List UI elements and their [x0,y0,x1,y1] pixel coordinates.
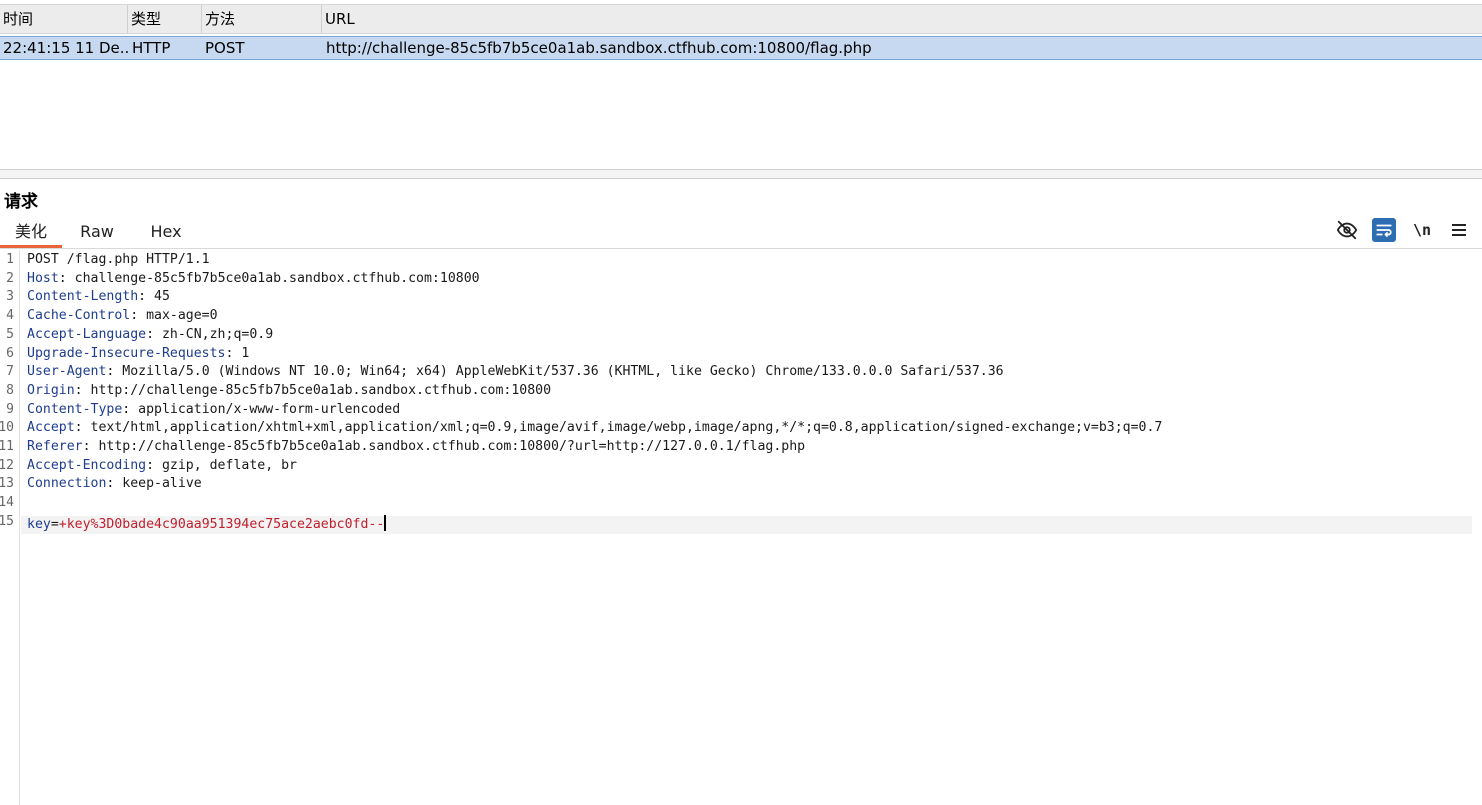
header-name: Cache-Control [27,308,131,324]
header-value: text/html,application/xhtml+xml,applicat… [90,420,1163,436]
header-name: Content-Type [27,401,123,417]
line-number: 14 [0,495,14,511]
header-value: http://challenge-85c5fb7b5ce0a1ab.sandbo… [90,382,552,398]
line-number: 5 [6,326,14,342]
header-name: Referer [27,439,83,454]
line-number-gutter: 1 2 3 4 5 6 7 8 9 10 11 12 13 14 15 [0,250,20,805]
header-line: Content-Type: application/x-www-form-url… [27,401,401,417]
header-value: application/x-www-form-urlencoded [138,401,401,417]
column-header-url[interactable]: URL [322,5,1482,33]
header-name: Connection [27,476,107,492]
header-line: Host: challenge-85c5fb7b5ce0a1ab.sandbox… [27,270,480,286]
line-number: 15 [0,513,14,529]
header-line: Accept-Encoding: gzip, deflate, br [27,457,297,473]
line-number: 13 [0,476,14,492]
body-param-name: key [27,516,51,532]
header-line: Referer: http://challenge-85c5fb7b5ce0a1… [27,439,806,454]
line-number: 4 [6,308,14,324]
table-row-selected[interactable]: 22:41:15 11 De... HTTP POST http://chall… [0,36,1482,60]
header-name: Host [27,270,59,286]
request-line: POST /flag.php HTTP/1.1 [27,252,210,267]
header-name: User-Agent [27,364,107,380]
history-table: 时间 类型 方法 URL 22:41:15 11 De... HTTP POST… [0,0,1482,172]
line-number: 12 [0,457,14,473]
header-value: 1 [241,345,250,361]
cell-method: POST [205,39,245,57]
header-value: zh-CN,zh;q=0.9 [161,326,274,342]
header-line: Upgrade-Insecure-Requests: 1 [27,345,250,361]
line-number: 3 [6,289,14,305]
newline-icon[interactable]: \n [1410,218,1434,242]
line-number: 7 [6,364,14,380]
body-line[interactable]: key=+key%3D0bade4c90aa951394ec75ace2aebc… [27,514,387,535]
column-header-method[interactable]: 方法 [202,5,322,33]
header-value: gzip, deflate, br [161,457,297,473]
table-header: 时间 类型 方法 URL [0,4,1482,34]
header-name: Content-Length [27,289,139,305]
header-value: challenge-85c5fb7b5ce0a1ab.sandbox.ctfhu… [74,270,480,286]
body-param-value: +key%3D0bade4c90aa951394ec75ace2aebc0fd-… [58,516,385,532]
header-line: Accept-Language: zh-CN,zh;q=0.9 [27,326,274,342]
tab-raw[interactable]: Raw [72,218,122,248]
header-name: Accept-Encoding [27,457,147,473]
header-name: Accept-Language [27,326,147,342]
header-name: Upgrade-Insecure-Requests [27,345,226,361]
request-editor[interactable]: 1 2 3 4 5 6 7 8 9 10 11 12 13 14 15 POST… [0,250,1482,805]
request-view-tabs: 美化 Raw Hex \n [0,218,1482,249]
tab-hex[interactable]: Hex [142,218,190,248]
line-number: 9 [6,401,14,417]
header-line: Accept: text/html,application/xhtml+xml,… [27,420,1163,436]
header-value: Mozilla/5.0 (Windows NT 10.0; Win64; x64… [122,364,1004,380]
line-number: 10 [0,420,14,436]
column-header-time[interactable]: 时间 [0,5,128,33]
line-number: 11 [0,439,14,454]
header-line: Connection: keep-alive [27,476,202,492]
header-value: 45 [154,289,170,305]
header-value: keep-alive [122,476,202,492]
wrap-text-icon[interactable] [1372,218,1396,242]
line-number: 8 [6,382,14,398]
cell-url: http://challenge-85c5fb7b5ce0a1ab.sandbo… [326,39,872,57]
eye-slash-icon[interactable] [1335,218,1359,242]
header-value: max-age=0 [146,308,218,324]
header-line: Cache-Control: max-age=0 [27,308,218,324]
column-header-type[interactable]: 类型 [128,5,202,33]
pane-splitter[interactable] [0,169,1482,179]
header-line: Origin: http://challenge-85c5fb7b5ce0a1a… [27,382,552,398]
header-line: User-Agent: Mozilla/5.0 (Windows NT 10.0… [27,364,1004,380]
header-line: Content-Length: 45 [27,289,170,305]
header-name: Accept [27,420,75,436]
header-value: http://challenge-85c5fb7b5ce0a1ab.sandbo… [98,439,806,454]
cell-type: HTTP [132,39,171,57]
line-number: 6 [6,345,14,361]
header-name: Origin [27,382,75,398]
cell-time: 22:41:15 11 De... [3,39,128,57]
tab-pretty[interactable]: 美化 [0,218,62,248]
request-panel-title: 请求 [4,192,38,212]
text-caret [384,514,387,531]
menu-icon[interactable] [1447,218,1471,242]
line-number: 2 [6,270,14,286]
line-number: 1 [6,252,14,267]
